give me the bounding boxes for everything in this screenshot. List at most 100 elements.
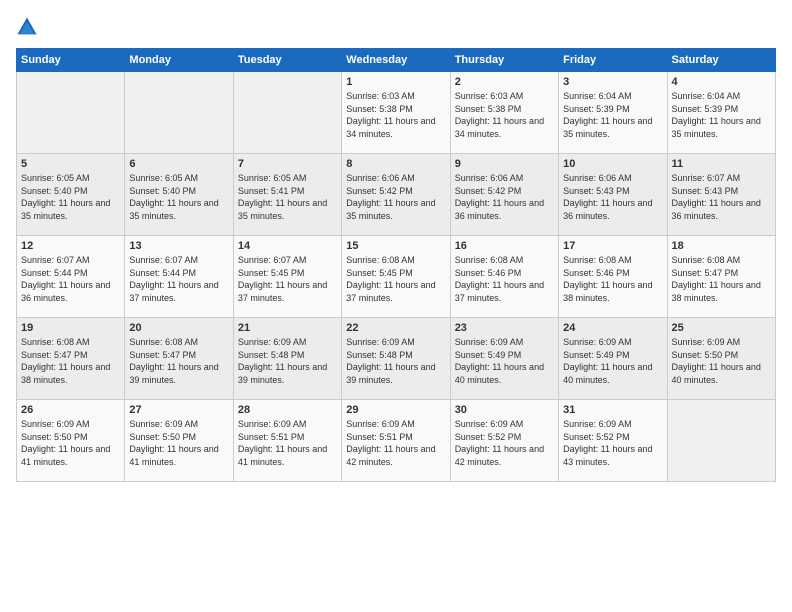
calendar-cell: 3 Sunrise: 6:04 AMSunset: 5:39 PMDaylight…	[559, 72, 667, 154]
day-number: 20	[129, 322, 228, 334]
day-number: 4	[672, 76, 771, 88]
day-info: Sunrise: 6:05 AMSunset: 5:40 PMDaylight:…	[129, 172, 228, 222]
day-info: Sunrise: 6:08 AMSunset: 5:47 PMDaylight:…	[672, 254, 771, 304]
day-info: Sunrise: 6:06 AMSunset: 5:42 PMDaylight:…	[455, 172, 554, 222]
day-number: 5	[21, 158, 120, 170]
day-info: Sunrise: 6:05 AMSunset: 5:41 PMDaylight:…	[238, 172, 337, 222]
day-info: Sunrise: 6:09 AMSunset: 5:50 PMDaylight:…	[21, 418, 120, 468]
calendar-cell: 30 Sunrise: 6:09 AMSunset: 5:52 PMDayligh…	[450, 400, 558, 482]
day-info: Sunrise: 6:09 AMSunset: 5:51 PMDaylight:…	[238, 418, 337, 468]
calendar-cell	[233, 72, 341, 154]
calendar-cell: 9Sunrise: 6:06 AMSunset: 5:42 PMDaylight…	[450, 154, 558, 236]
day-info: Sunrise: 6:04 AMSunset: 5:39 PMDaylight:…	[672, 90, 771, 140]
day-number: 28	[238, 404, 337, 416]
calendar-week-1: 1 Sunrise: 6:03 AMSunset: 5:38 PMDaylight…	[17, 72, 776, 154]
day-info: Sunrise: 6:09 AMSunset: 5:50 PMDaylight:…	[129, 418, 228, 468]
day-number: 29	[346, 404, 445, 416]
calendar-cell: 10 Sunrise: 6:06 AMSunset: 5:43 PMDayligh…	[559, 154, 667, 236]
calendar-week-5: 26 Sunrise: 6:09 AMSunset: 5:50 PMDayligh…	[17, 400, 776, 482]
calendar-cell	[125, 72, 233, 154]
day-number: 30	[455, 404, 554, 416]
calendar-cell: 12 Sunrise: 6:07 AMSunset: 5:44 PMDayligh…	[17, 236, 125, 318]
day-number: 8	[346, 158, 445, 170]
calendar-week-3: 12 Sunrise: 6:07 AMSunset: 5:44 PMDayligh…	[17, 236, 776, 318]
day-info: Sunrise: 6:06 AMSunset: 5:43 PMDaylight:…	[563, 172, 662, 222]
calendar-cell: 18 Sunrise: 6:08 AMSunset: 5:47 PMDayligh…	[667, 236, 775, 318]
day-info: Sunrise: 6:07 AMSunset: 5:43 PMDaylight:…	[672, 172, 771, 222]
day-number: 12	[21, 240, 120, 252]
calendar-cell: 14Sunrise: 6:07 AMSunset: 5:45 PMDayligh…	[233, 236, 341, 318]
day-number: 24	[563, 322, 662, 334]
day-info: Sunrise: 6:03 AMSunset: 5:38 PMDaylight:…	[455, 90, 554, 140]
day-info: Sunrise: 6:07 AMSunset: 5:45 PMDaylight:…	[238, 254, 337, 304]
calendar-cell: 22 Sunrise: 6:09 AMSunset: 5:48 PMDayligh…	[342, 318, 450, 400]
day-number: 22	[346, 322, 445, 334]
logo-icon	[16, 16, 38, 38]
day-number: 27	[129, 404, 228, 416]
day-info: Sunrise: 6:09 AMSunset: 5:51 PMDaylight:…	[346, 418, 445, 468]
calendar-cell: 26 Sunrise: 6:09 AMSunset: 5:50 PMDayligh…	[17, 400, 125, 482]
weekday-header-thursday: Thursday	[450, 49, 558, 72]
day-number: 17	[563, 240, 662, 252]
calendar-header: SundayMondayTuesdayWednesdayThursdayFrid…	[17, 49, 776, 72]
calendar-cell: 8 Sunrise: 6:06 AMSunset: 5:42 PMDaylight…	[342, 154, 450, 236]
calendar-cell: 13 Sunrise: 6:07 AMSunset: 5:44 PMDayligh…	[125, 236, 233, 318]
day-number: 11	[672, 158, 771, 170]
calendar-cell: 19 Sunrise: 6:08 AMSunset: 5:47 PMDayligh…	[17, 318, 125, 400]
day-info: Sunrise: 6:08 AMSunset: 5:46 PMDaylight:…	[563, 254, 662, 304]
calendar-body: 1 Sunrise: 6:03 AMSunset: 5:38 PMDaylight…	[17, 72, 776, 482]
day-number: 13	[129, 240, 228, 252]
calendar-cell: 1 Sunrise: 6:03 AMSunset: 5:38 PMDaylight…	[342, 72, 450, 154]
weekday-header-wednesday: Wednesday	[342, 49, 450, 72]
day-number: 6	[129, 158, 228, 170]
weekday-header-monday: Monday	[125, 49, 233, 72]
calendar-cell	[17, 72, 125, 154]
day-number: 21	[238, 322, 337, 334]
day-number: 3	[563, 76, 662, 88]
calendar-cell: 25Sunrise: 6:09 AMSunset: 5:50 PMDayligh…	[667, 318, 775, 400]
day-info: Sunrise: 6:03 AMSunset: 5:38 PMDaylight:…	[346, 90, 445, 140]
day-info: Sunrise: 6:07 AMSunset: 5:44 PMDaylight:…	[129, 254, 228, 304]
day-number: 18	[672, 240, 771, 252]
calendar-cell: 21 Sunrise: 6:09 AMSunset: 5:48 PMDayligh…	[233, 318, 341, 400]
day-number: 26	[21, 404, 120, 416]
day-info: Sunrise: 6:08 AMSunset: 5:46 PMDaylight:…	[455, 254, 554, 304]
calendar-cell: 20Sunrise: 6:08 AMSunset: 5:47 PMDayligh…	[125, 318, 233, 400]
weekday-header-tuesday: Tuesday	[233, 49, 341, 72]
day-info: Sunrise: 6:09 AMSunset: 5:48 PMDaylight:…	[238, 336, 337, 386]
day-info: Sunrise: 6:09 AMSunset: 5:48 PMDaylight:…	[346, 336, 445, 386]
calendar-cell: 5 Sunrise: 6:05 AMSunset: 5:40 PMDaylight…	[17, 154, 125, 236]
calendar-cell: 17 Sunrise: 6:08 AMSunset: 5:46 PMDayligh…	[559, 236, 667, 318]
calendar-cell: 29 Sunrise: 6:09 AMSunset: 5:51 PMDayligh…	[342, 400, 450, 482]
day-info: Sunrise: 6:09 AMSunset: 5:52 PMDaylight:…	[563, 418, 662, 468]
day-info: Sunrise: 6:08 AMSunset: 5:47 PMDaylight:…	[21, 336, 120, 386]
calendar-cell	[667, 400, 775, 482]
calendar-cell: 16Sunrise: 6:08 AMSunset: 5:46 PMDayligh…	[450, 236, 558, 318]
page-container: SundayMondayTuesdayWednesdayThursdayFrid…	[0, 0, 792, 490]
calendar-cell: 27 Sunrise: 6:09 AMSunset: 5:50 PMDayligh…	[125, 400, 233, 482]
day-number: 10	[563, 158, 662, 170]
calendar-cell: 24Sunrise: 6:09 AMSunset: 5:49 PMDayligh…	[559, 318, 667, 400]
day-info: Sunrise: 6:09 AMSunset: 5:52 PMDaylight:…	[455, 418, 554, 468]
day-number: 2	[455, 76, 554, 88]
calendar-table: SundayMondayTuesdayWednesdayThursdayFrid…	[16, 48, 776, 482]
day-number: 23	[455, 322, 554, 334]
day-number: 15	[346, 240, 445, 252]
day-info: Sunrise: 6:09 AMSunset: 5:50 PMDaylight:…	[672, 336, 771, 386]
day-info: Sunrise: 6:06 AMSunset: 5:42 PMDaylight:…	[346, 172, 445, 222]
calendar-cell: 23 Sunrise: 6:09 AMSunset: 5:49 PMDayligh…	[450, 318, 558, 400]
day-info: Sunrise: 6:08 AMSunset: 5:45 PMDaylight:…	[346, 254, 445, 304]
calendar-cell: 4 Sunrise: 6:04 AMSunset: 5:39 PMDaylight…	[667, 72, 775, 154]
calendar-cell: 31Sunrise: 6:09 AMSunset: 5:52 PMDayligh…	[559, 400, 667, 482]
day-number: 19	[21, 322, 120, 334]
day-info: Sunrise: 6:07 AMSunset: 5:44 PMDaylight:…	[21, 254, 120, 304]
weekday-header-sunday: Sunday	[17, 49, 125, 72]
calendar-cell: 2 Sunrise: 6:03 AMSunset: 5:38 PMDaylight…	[450, 72, 558, 154]
day-info: Sunrise: 6:04 AMSunset: 5:39 PMDaylight:…	[563, 90, 662, 140]
day-info: Sunrise: 6:09 AMSunset: 5:49 PMDaylight:…	[455, 336, 554, 386]
calendar-cell: 15 Sunrise: 6:08 AMSunset: 5:45 PMDayligh…	[342, 236, 450, 318]
logo	[16, 16, 42, 38]
day-number: 1	[346, 76, 445, 88]
day-info: Sunrise: 6:05 AMSunset: 5:40 PMDaylight:…	[21, 172, 120, 222]
calendar-week-2: 5 Sunrise: 6:05 AMSunset: 5:40 PMDaylight…	[17, 154, 776, 236]
